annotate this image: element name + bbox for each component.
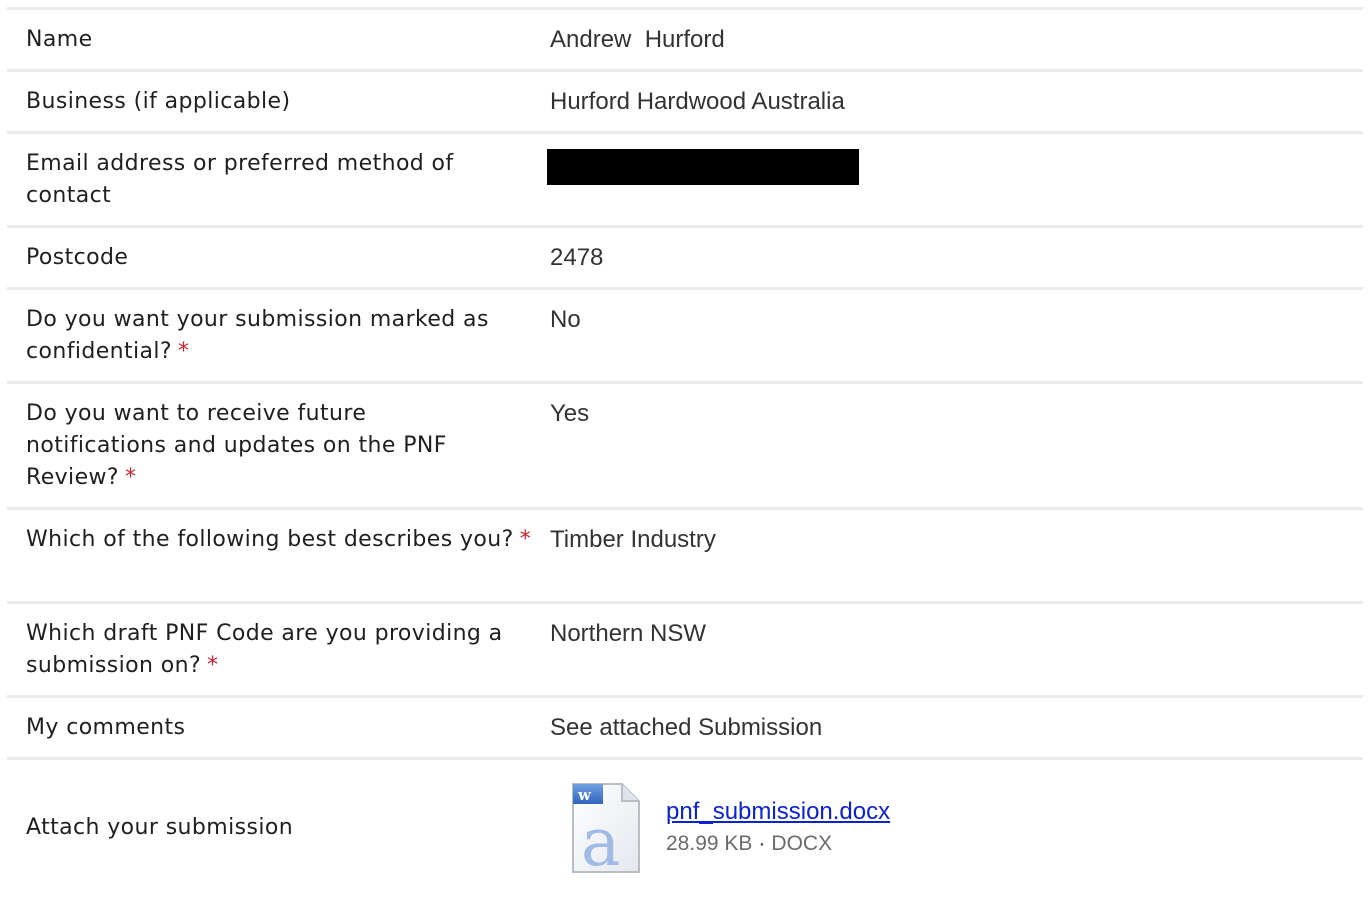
field-value: Timber Industry <box>550 526 716 553</box>
redacted-block <box>547 149 859 185</box>
row-contact: Email address or preferred method of con… <box>7 131 1363 225</box>
svg-text:w: w <box>577 786 592 804</box>
field-label: Email address or preferred method of con… <box>26 151 454 208</box>
field-value <box>547 134 1363 185</box>
separator: · <box>758 831 766 855</box>
attachment-item: w a pnf_submission.docx 28.99 KB · DOCX <box>550 781 1363 881</box>
attachment-meta: pnf_submission.docx 28.99 KB · DOCX <box>666 797 890 859</box>
field-value: See attached Submission <box>550 714 823 741</box>
required-asterisk: * <box>519 527 532 552</box>
row-postcode: Postcode 2478 <box>7 225 1363 287</box>
field-value: Northern NSW <box>550 620 707 647</box>
attachment-link[interactable]: pnf_submission.docx <box>666 797 890 827</box>
field-label: Attach your submission <box>26 814 294 840</box>
field-value: No <box>550 306 581 333</box>
field-label: My comments <box>26 715 186 740</box>
field-label: Postcode <box>26 245 129 270</box>
row-comments: My comments See attached Submission <box>7 695 1363 757</box>
field-value: Hurford Hardwood Australia <box>550 88 845 115</box>
field-label: Which draft PNF Code are you providing a… <box>26 621 503 678</box>
submission-details-table: Name Andrew Hurford Business (if applica… <box>7 7 1363 895</box>
row-draft-code: Which draft PNF Code are you providing a… <box>7 601 1363 695</box>
field-value: 2478 <box>550 244 604 271</box>
field-label: Business (if applicable) <box>26 89 291 114</box>
required-asterisk: * <box>124 465 137 490</box>
word-document-icon[interactable]: w a <box>570 781 642 881</box>
field-value: w a pnf_submission.docx 28.99 KB · DOCX <box>550 781 1363 881</box>
row-notifications: Do you want to receive future notificati… <box>7 381 1363 507</box>
field-value: Andrew Hurford <box>550 26 725 53</box>
field-label: Name <box>26 27 93 52</box>
field-label: Do you want your submission marked as co… <box>26 307 489 364</box>
row-name: Name Andrew Hurford <box>7 7 1363 69</box>
required-asterisk: * <box>207 653 219 678</box>
attachment-info: 28.99 KB · DOCX <box>666 829 890 859</box>
required-asterisk: * <box>178 339 190 364</box>
row-business: Business (if applicable) Hurford Hardwoo… <box>7 69 1363 131</box>
field-value: Yes <box>550 400 590 427</box>
svg-text:a: a <box>581 804 620 875</box>
row-describes-you: Which of the following best describes yo… <box>7 507 1363 601</box>
field-label: Which of the following best describes yo… <box>26 527 532 552</box>
field-label: Do you want to receive future notificati… <box>26 401 447 490</box>
file-type: DOCX <box>771 831 833 855</box>
row-attachment: Attach your submission w a pnf_submissio… <box>7 757 1363 895</box>
file-size: 28.99 KB <box>666 831 753 855</box>
row-confidential: Do you want your submission marked as co… <box>7 287 1363 381</box>
